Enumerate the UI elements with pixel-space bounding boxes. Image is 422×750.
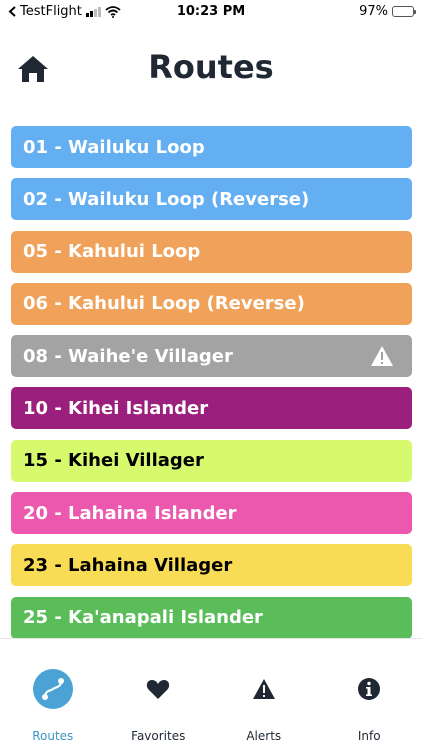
route-label: 08 - Waihe'e Villager — [23, 345, 233, 367]
route-item[interactable]: 06 - Kahului Loop (Reverse) — [11, 282, 412, 325]
route-label: 02 - Wailuku Loop (Reverse) — [23, 188, 310, 210]
route-label: 10 - Kihei Islander — [23, 397, 209, 419]
header: Routes — [0, 40, 422, 100]
route-label: 23 - Lahaina Villager — [23, 554, 233, 576]
route-item[interactable]: 05 - Kahului Loop — [11, 230, 412, 273]
warning-icon — [371, 346, 393, 367]
tab-bar: Routes Favorites Alerts Info — [0, 638, 422, 750]
route-item[interactable]: 08 - Waihe'e Villager — [11, 335, 412, 378]
route-label: 25 - Ka'anapali Islander — [23, 607, 263, 629]
route-label: 15 - Kihei Villager — [23, 450, 204, 472]
route-icon — [32, 669, 73, 709]
route-list[interactable]: 01 - Wailuku Loop 02 - Wailuku Loop (Reve… — [11, 126, 412, 638]
route-label: 20 - Lahaina Islander — [23, 502, 237, 524]
info-icon — [358, 678, 381, 700]
route-item[interactable]: 23 - Lahaina Villager — [11, 544, 412, 587]
tab-label: Info — [357, 729, 381, 743]
page-title: Routes — [148, 48, 274, 86]
route-item[interactable]: 10 - Kihei Islander — [11, 387, 412, 430]
heart-icon — [147, 680, 170, 699]
tab-label: Favorites — [131, 729, 186, 743]
route-label: 06 - Kahului Loop (Reverse) — [23, 293, 305, 315]
route-label: 05 - Kahului Loop — [23, 241, 201, 263]
status-right: 97% — [359, 4, 416, 19]
tab-label: Alerts — [246, 729, 282, 743]
tab-alerts[interactable]: Alerts — [211, 639, 317, 750]
route-item[interactable]: 25 - Ka'anapali Islander — [11, 596, 412, 638]
tab-label: Routes — [32, 729, 74, 743]
tab-info[interactable]: Info — [317, 639, 422, 750]
battery-icon — [392, 6, 416, 17]
route-item[interactable]: 01 - Wailuku Loop — [11, 126, 412, 168]
alert-icon — [252, 679, 275, 699]
tab-routes[interactable]: Routes — [0, 639, 106, 750]
route-item[interactable]: 15 - Kihei Villager — [11, 439, 412, 482]
route-item[interactable]: 02 - Wailuku Loop (Reverse) — [11, 178, 412, 221]
tab-favorites[interactable]: Favorites — [106, 639, 212, 750]
route-label: 01 - Wailuku Loop — [23, 136, 205, 158]
status-bar: TestFlight 10:23 PM 97% — [0, 0, 422, 24]
battery-percent: 97% — [359, 4, 388, 19]
route-item[interactable]: 20 - Lahaina Islander — [11, 492, 412, 535]
